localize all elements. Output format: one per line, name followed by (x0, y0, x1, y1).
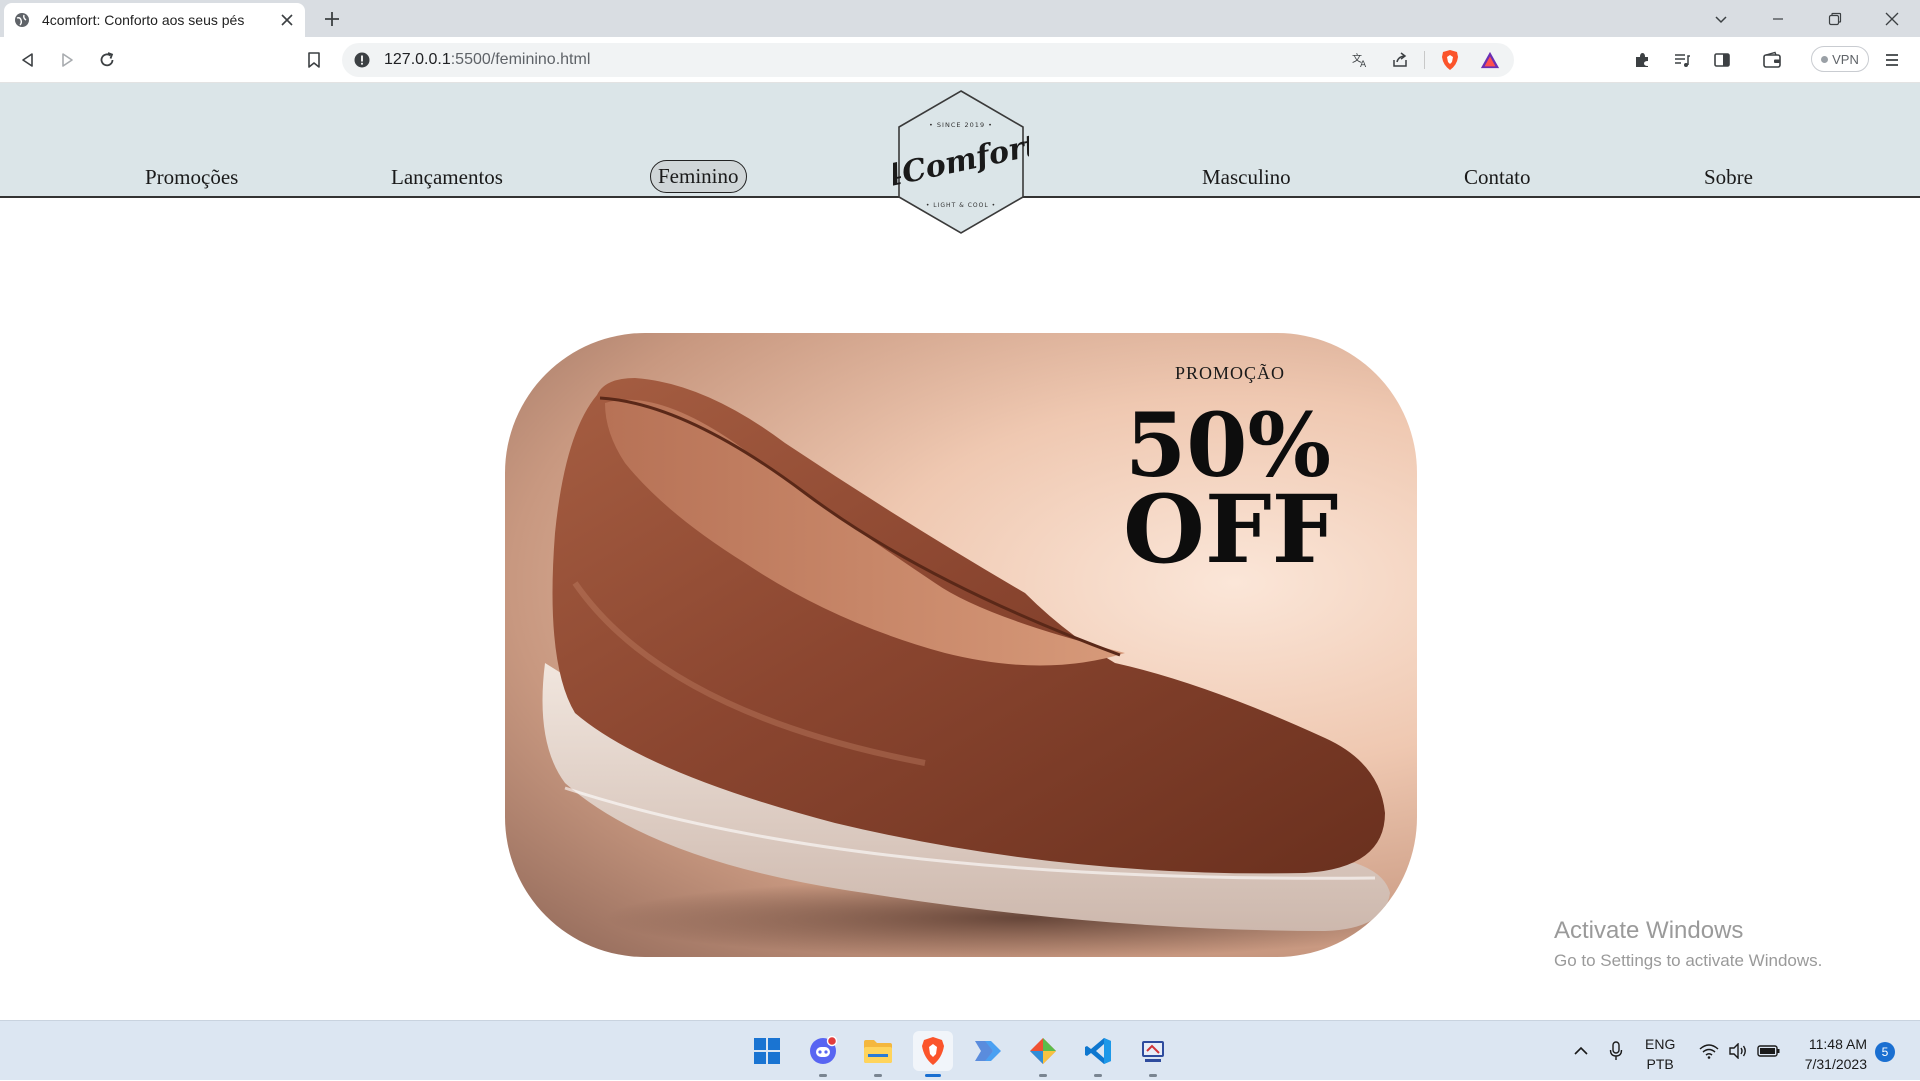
reload-button[interactable] (95, 48, 119, 72)
sidebar-toggle-icon[interactable] (1710, 48, 1734, 72)
language-code: ENG (1645, 1036, 1676, 1052)
start-button[interactable] (747, 1031, 787, 1071)
show-hidden-icons-chevron-icon[interactable] (1568, 1021, 1594, 1081)
running-indicator (819, 1074, 827, 1077)
vscode-taskbar-icon[interactable] (1078, 1031, 1118, 1077)
vpn-button[interactable]: VPN (1811, 46, 1869, 72)
url-text: 127.0.0.1:5500/feminino.html (384, 51, 590, 69)
browser-tab-strip: 4comfort: Conforto aos seus pés (0, 0, 1920, 37)
menu-icon[interactable] (1880, 48, 1904, 72)
file-explorer-taskbar-icon[interactable] (858, 1031, 898, 1077)
site-info-icon[interactable] (354, 52, 370, 68)
microphone-icon[interactable] (1603, 1021, 1629, 1081)
running-indicator (874, 1074, 882, 1077)
tab-title: 4comfort: Conforto aos seus pés (42, 12, 245, 28)
wallet-icon[interactable] (1760, 48, 1784, 72)
address-bar[interactable]: 127.0.0.1:5500/feminino.html 文A (342, 43, 1514, 77)
logo-top-text: • SINCE 2019 • (929, 121, 993, 129)
vpn-status-dot (1821, 55, 1829, 63)
brave-taskbar-icon[interactable] (913, 1031, 953, 1077)
keyboard-layout-code: PTB (1646, 1056, 1674, 1072)
watermark-title: Activate Windows (1554, 917, 1744, 944)
promo-kicker: PROMOÇÃO (1175, 363, 1286, 383)
system-clock[interactable]: 11:48 AM 7/31/2023 (1795, 1034, 1867, 1074)
minimize-button[interactable] (1749, 0, 1806, 37)
extensions-puzzle-icon[interactable] (1630, 48, 1654, 72)
nav-link-promocoes[interactable]: Promoções (145, 165, 238, 190)
running-indicator (1149, 1074, 1157, 1077)
omnibox-divider (1424, 51, 1425, 69)
playlist-icon[interactable] (1670, 48, 1694, 72)
windows-taskbar: ENG PTB 11:48 AM 7/31/2023 5 (0, 1020, 1920, 1080)
running-indicator (1039, 1074, 1047, 1077)
nav-link-masculino[interactable]: Masculino (1202, 165, 1291, 190)
clock-time: 11:48 AM (1808, 1036, 1867, 1052)
running-indicator (1094, 1074, 1102, 1077)
tab-search-chevron-icon[interactable] (1692, 0, 1749, 37)
back-button[interactable] (16, 48, 40, 72)
input-language-indicator[interactable]: ENG PTB (1645, 1034, 1675, 1074)
close-window-button[interactable] (1863, 0, 1920, 37)
restore-button[interactable] (1806, 0, 1863, 37)
bookmark-icon[interactable] (302, 48, 326, 72)
discord-taskbar-icon[interactable] (803, 1031, 843, 1077)
url-host: 127.0.0.1 (384, 51, 451, 68)
svg-text:A: A (1360, 60, 1367, 69)
web-page: Promoções Lançamentos Feminino Masculino… (0, 83, 1920, 1020)
promo-banner[interactable]: PROMOÇÃO 50% OFF (505, 333, 1417, 957)
browser-tab[interactable]: 4comfort: Conforto aos seus pés (4, 3, 305, 37)
battery-icon[interactable] (1755, 1021, 1783, 1081)
vpn-label: VPN (1832, 51, 1859, 67)
notification-badge[interactable]: 5 (1875, 1042, 1895, 1062)
site-logo[interactable]: • SINCE 2019 • 4Comfort • LIGHT & COOL • (878, 87, 1041, 237)
forward-button[interactable] (55, 48, 79, 72)
volume-icon[interactable] (1725, 1021, 1751, 1081)
power-automate-taskbar-icon[interactable] (968, 1031, 1008, 1071)
wifi-icon[interactable] (1696, 1021, 1722, 1081)
clock-date: 7/31/2023 (1804, 1056, 1867, 1072)
watermark-subtitle: Go to Settings to activate Windows. (1554, 951, 1823, 970)
brave-shields-icon[interactable] (1440, 50, 1460, 70)
active-indicator (925, 1074, 941, 1077)
new-tab-button[interactable] (320, 7, 344, 31)
brave-rewards-icon[interactable] (1480, 50, 1500, 70)
nav-link-feminino[interactable]: Feminino (650, 160, 747, 193)
logo-bottom-text: • LIGHT & COOL • (926, 202, 996, 209)
snipping-tool-taskbar-icon[interactable] (1133, 1031, 1173, 1077)
promo-off: OFF (1123, 475, 1339, 585)
browser-toolbar: 127.0.0.1:5500/feminino.html 文A VPN (0, 37, 1920, 83)
close-tab-icon[interactable] (279, 12, 295, 28)
nav-link-lancamentos[interactable]: Lançamentos (391, 165, 503, 190)
url-path: :5500/feminino.html (450, 51, 591, 68)
share-icon[interactable] (1390, 50, 1410, 70)
globe-icon (14, 12, 30, 28)
git-app-taskbar-icon[interactable] (1023, 1031, 1063, 1077)
translate-icon[interactable]: 文A (1350, 50, 1370, 70)
nav-link-sobre[interactable]: Sobre (1704, 165, 1753, 190)
activate-windows-watermark: Activate Windows Go to Settings to activ… (1554, 917, 1822, 971)
nav-link-contato[interactable]: Contato (1464, 165, 1531, 190)
